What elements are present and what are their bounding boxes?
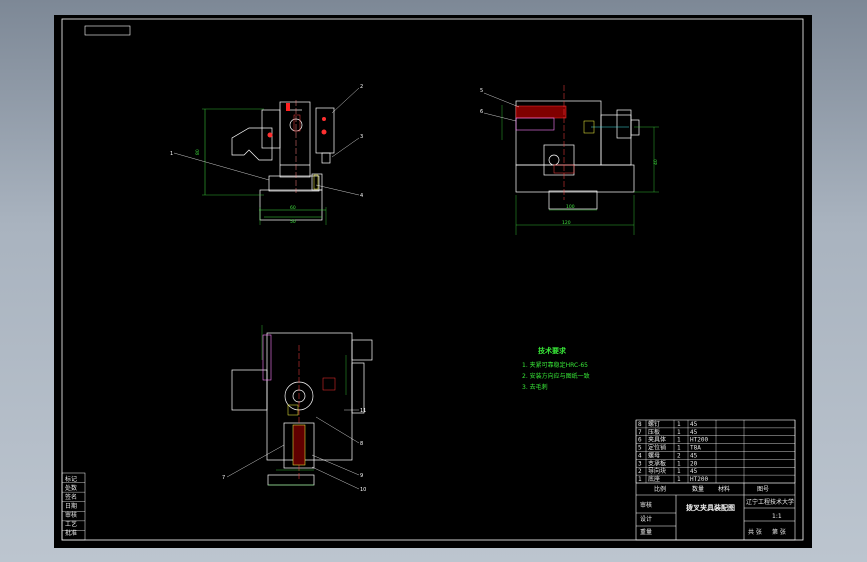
balloon-6: 6: [480, 109, 483, 115]
tb-qty-label: 数量: [692, 485, 704, 493]
tb-designer-label: 设计: [640, 515, 652, 523]
tb-scale-label: 比例: [654, 485, 666, 493]
side-cell-0: 标记: [65, 475, 77, 483]
view-side-accents: [483, 85, 659, 235]
parts-cell-name: 定位销: [648, 444, 666, 452]
balloon-5: 5: [480, 88, 483, 94]
note-line-2: 2. 安装方向应与图纸一致: [522, 372, 590, 380]
school-name: 辽宁工程技术大学: [746, 498, 794, 506]
parts-cell-no: 4: [638, 452, 642, 459]
parts-cell-material: HT200: [690, 476, 708, 483]
parts-cell-qty: 1: [677, 460, 681, 467]
side-cell-1: 处数: [65, 484, 77, 492]
note-line-3: 3. 去毛刺: [522, 383, 548, 391]
parts-cell-name: 底座: [648, 475, 660, 483]
parts-cell-qty: 1: [677, 429, 681, 436]
parts-cell-no: 8: [638, 421, 642, 428]
side-cell-3: 日期: [65, 502, 77, 510]
drawing-number-box: [84, 25, 131, 36]
parts-cell-material: 20: [690, 460, 698, 467]
tb-sheet-no: 第 张: [772, 528, 786, 536]
balloon-4: 4: [360, 193, 363, 199]
parts-cell-no: 6: [638, 437, 642, 444]
tb-reviewer-label: 审核: [640, 501, 652, 509]
drawing-sheet: 80 60 50 1 2 3 4 120 100 40 5 6 7 8 9 10…: [54, 15, 812, 548]
balloon-3: 3: [360, 134, 363, 140]
parts-cell-material: 45: [690, 452, 698, 459]
drawing-title: 拨叉夹具装配图: [686, 503, 735, 512]
parts-cell-qty: 1: [677, 468, 681, 475]
dim-width-side-1: 120: [562, 220, 571, 226]
tb-weight-label: 重量: [640, 528, 652, 536]
parts-cell-qty: 1: [677, 476, 681, 483]
parts-cell-no: 7: [638, 429, 642, 436]
parts-cell-name: 螺母: [648, 451, 660, 459]
dim-height-front: 80: [195, 149, 201, 155]
parts-cell-material: T8A: [690, 445, 701, 452]
parts-cell-material: 45: [690, 468, 698, 475]
parts-cell-material: HT200: [690, 437, 708, 444]
parts-cell-name: 螺钉: [648, 420, 660, 428]
tb-drawing-no-label: 图号: [757, 486, 769, 493]
balloon-9: 9: [360, 473, 363, 479]
notes-title: 技术要求: [538, 346, 567, 355]
parts-cell-qty: 1: [677, 421, 681, 428]
dim-width-front-1: 60: [290, 205, 296, 211]
parts-cell-qty: 2: [677, 452, 681, 459]
parts-cell-no: 5: [638, 445, 642, 452]
side-cell-2: 签名: [65, 493, 77, 501]
tb-sheets-total: 共 张: [748, 528, 762, 536]
tb-scale-value: 1:1: [772, 513, 782, 520]
view-front-accents: [173, 87, 360, 225]
side-cell-5: 工艺: [65, 520, 77, 528]
side-cell-4: 审核: [65, 511, 77, 519]
note-line-1: 1. 夹紧可靠稳定HRC-65: [522, 361, 588, 369]
parts-cell-name: 夹具体: [648, 436, 666, 444]
dim-height-side: 40: [653, 159, 659, 165]
parts-cell-material: 45: [690, 421, 698, 428]
parts-cell-qty: 1: [677, 437, 681, 444]
view-front: [231, 101, 335, 221]
side-cell-6: 批准: [65, 529, 77, 537]
dim-width-side-2: 100: [566, 204, 575, 210]
parts-cell-no: 1: [638, 476, 642, 483]
parts-cell-qty: 1: [677, 445, 681, 452]
parts-cell-name: 压板: [648, 428, 660, 436]
parts-cell-no: 2: [638, 468, 642, 475]
parts-cell-no: 3: [638, 460, 642, 467]
balloon-7: 7: [222, 475, 225, 481]
parts-cell-name: 导向块: [648, 467, 666, 475]
dim-width-front-2: 50: [290, 219, 296, 225]
cad-drawing: 80 60 50 1 2 3 4 120 100 40 5 6 7 8 9 10…: [61, 18, 804, 541]
balloon-2: 2: [360, 84, 363, 90]
parts-cell-material: 45: [690, 429, 698, 436]
balloon-8: 8: [360, 441, 363, 447]
view-top-accents: [226, 325, 360, 490]
balloon-10: 10: [360, 487, 366, 493]
balloon-1: 1: [170, 151, 173, 157]
tb-material-label: 材料: [718, 485, 730, 493]
balloon-11: 11: [360, 408, 366, 414]
parts-cell-name: 支承板: [648, 459, 666, 467]
